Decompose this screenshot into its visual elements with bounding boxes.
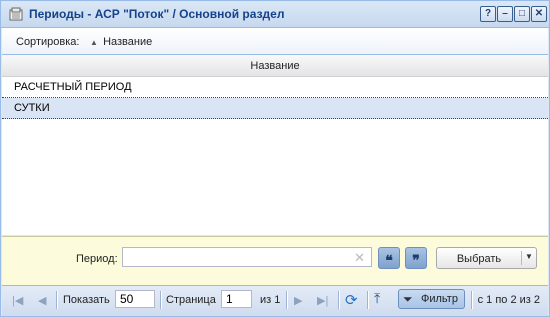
chevron-down-icon[interactable]: ▼ [525, 252, 533, 261]
export-icon[interactable]: ⤒ [374, 290, 380, 307]
sort-item-label: Название [103, 36, 153, 48]
filter-panel: Период: ✕ ❝ ❞ Выбрать ▼ [2, 236, 548, 285]
minimize-button[interactable]: – [497, 6, 513, 22]
next-page-icon[interactable]: ▶ [294, 294, 302, 307]
page-number-input[interactable] [221, 290, 252, 308]
filter-button-label: Фильтр [421, 293, 458, 305]
select-button-divider [521, 251, 522, 265]
refresh-icon[interactable]: ⟳ [345, 291, 358, 309]
row-cell-name: РАСЧЕТНЫЙ ПЕРИОД [14, 81, 132, 93]
title-bar[interactable]: Периоды - АСР "Поток" / Основной раздел … [1, 1, 549, 28]
close-button[interactable]: ✕ [531, 6, 547, 22]
sort-ascending-icon: ▲ [90, 38, 98, 47]
toolbar-separator [56, 291, 58, 309]
select-button-label: Выбрать [456, 253, 502, 265]
table-row-selected[interactable]: СУТКИ [2, 98, 548, 119]
window-app-icon [9, 7, 23, 21]
window-title: Периоды - АСР "Поток" / Основной раздел [29, 7, 285, 21]
column-header-name[interactable]: Название [2, 60, 548, 72]
select-button[interactable]: Выбрать ▼ [436, 247, 537, 269]
maximize-button[interactable]: □ [514, 6, 530, 22]
quote-open-button[interactable]: ❝ [378, 247, 400, 269]
period-input[interactable]: ✕ [122, 247, 372, 267]
toolbar-separator [471, 291, 473, 309]
show-label: Показать [63, 294, 110, 306]
total-pages-label: из 1 [260, 294, 281, 306]
paging-info: с 1 по 2 из 2 [477, 294, 540, 306]
sort-by-name-button[interactable]: ▲ Название [90, 36, 152, 48]
help-button[interactable]: ? [480, 6, 496, 22]
toolbar-separator [367, 291, 369, 309]
filter-button[interactable]: ⏷ Фильтр [398, 289, 465, 309]
quote-close-button[interactable]: ❞ [405, 247, 427, 269]
periods-grid: Название РАСЧЕТНЫЙ ПЕРИОД СУТКИ [2, 55, 548, 235]
toolbar-separator [160, 291, 162, 309]
table-row[interactable]: РАСЧЕТНЫЙ ПЕРИОД [2, 77, 548, 98]
first-page-icon[interactable]: |◀ [12, 294, 23, 307]
period-label: Период: [76, 253, 118, 265]
paging-toolbar: |◀ ◀ Показать Страница из 1 ▶ ▶| ⟳ ⤒ ⏷ Ф… [2, 285, 548, 316]
page-size-input[interactable] [115, 290, 155, 308]
grid-header: Название [2, 55, 548, 77]
row-cell-name: СУТКИ [14, 102, 50, 114]
toolbar-separator [338, 291, 340, 309]
dialog-window: Периоды - АСР "Поток" / Основной раздел … [0, 0, 550, 317]
clear-icon[interactable]: ✕ [354, 250, 365, 266]
page-label: Страница [166, 294, 216, 306]
prev-page-icon[interactable]: ◀ [38, 294, 46, 307]
sort-label: Сортировка: [16, 36, 80, 48]
funnel-icon: ⏷ [403, 292, 413, 306]
sort-toolbar: Сортировка: ▲ Название [2, 28, 548, 55]
toolbar-separator [286, 291, 288, 309]
last-page-icon[interactable]: ▶| [317, 294, 328, 307]
